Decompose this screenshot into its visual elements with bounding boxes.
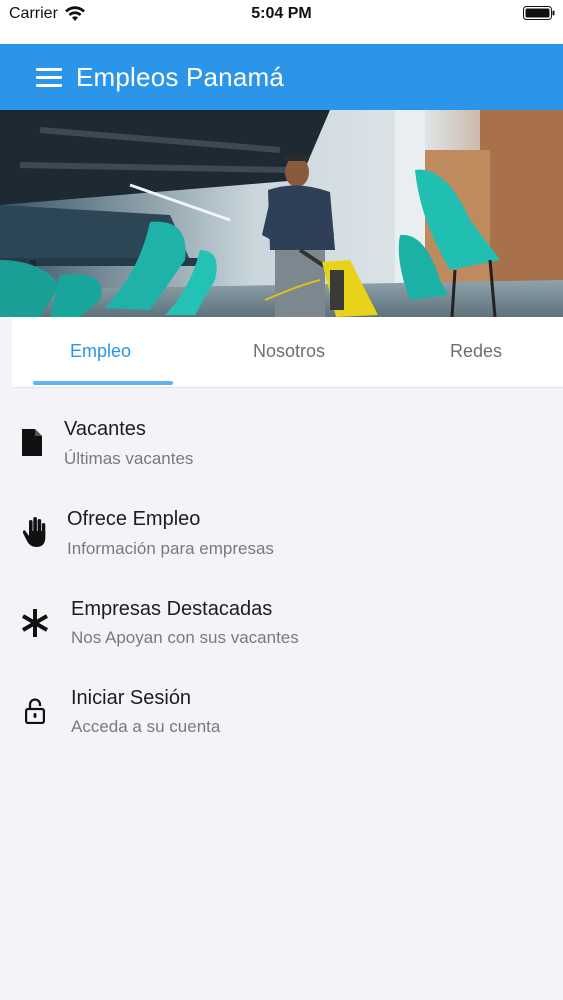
list-item-vacantes[interactable]: Vacantes Últimas vacantes	[0, 408, 563, 488]
tab-bar: Empleo Nosotros Redes	[12, 317, 563, 388]
unlock-icon	[25, 698, 45, 724]
item-title: Empresas Destacadas	[71, 598, 273, 620]
hero-image	[0, 110, 563, 317]
active-tab-indicator	[33, 381, 173, 385]
hamburger-menu-icon[interactable]	[36, 68, 62, 88]
list-item-empresas-destacadas[interactable]: Empresas Destacadas Nos Apoyan con sus v…	[0, 588, 563, 668]
status-bar: Carrier 5:04 PM	[0, 0, 563, 44]
app-bar: Empleos Panamá	[0, 44, 563, 110]
app-title: Empleos Panamá	[76, 62, 285, 92]
item-subtitle: Nos Apoyan con sus vacantes	[71, 628, 299, 647]
item-subtitle: Información para empresas	[67, 539, 274, 558]
hand-icon	[22, 517, 46, 547]
status-time: 5:04 PM	[251, 5, 312, 22]
asterisk-icon	[22, 609, 48, 637]
tab-empleo[interactable]: Empleo	[70, 341, 131, 362]
item-subtitle: Últimas vacantes	[64, 449, 194, 468]
hero-photo-illustration	[0, 110, 563, 317]
tab-nosotros[interactable]: Nosotros	[253, 341, 325, 362]
item-title: Vacantes	[64, 418, 146, 440]
item-title: Iniciar Sesión	[71, 687, 192, 709]
tab-redes[interactable]: Redes	[450, 341, 502, 362]
item-title: Ofrece Empleo	[67, 508, 201, 530]
list-item-ofrece-empleo[interactable]: Ofrece Empleo Información para empresas	[0, 498, 563, 578]
item-subtitle: Acceda a su cuenta	[71, 717, 221, 736]
battery-icon	[523, 6, 555, 20]
list-item-iniciar-sesion[interactable]: Iniciar Sesión Acceda a su cuenta	[0, 678, 563, 758]
document-icon	[22, 429, 42, 456]
